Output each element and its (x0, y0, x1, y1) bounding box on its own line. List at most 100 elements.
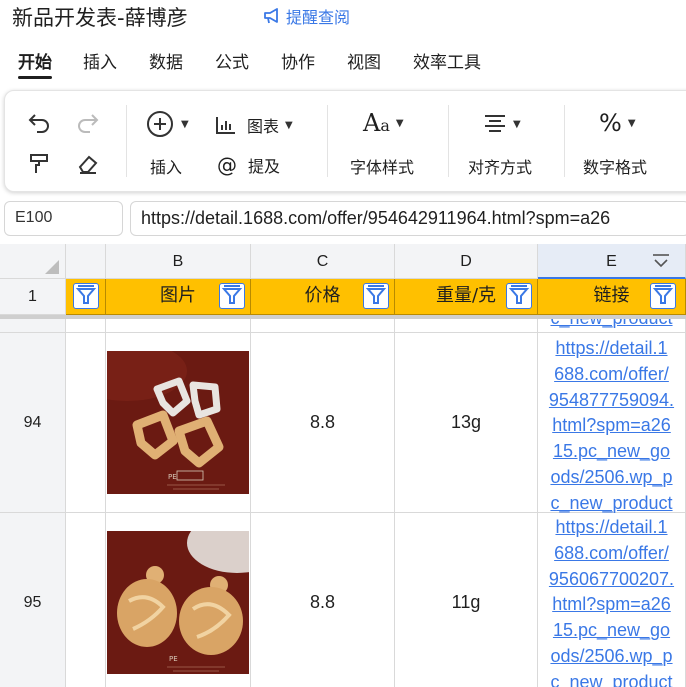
formula-input[interactable]: https://detail.1688.com/offer/9546429119… (130, 201, 686, 236)
table-cell[interactable] (66, 319, 106, 333)
link-line: https://detail.1 (555, 338, 668, 358)
eraser-icon[interactable] (76, 153, 100, 175)
header-cell-a[interactable] (66, 279, 106, 315)
select-all-corner[interactable] (0, 244, 66, 279)
filter-button[interactable] (219, 283, 245, 309)
product-image[interactable]: PE (107, 531, 249, 674)
image-cell[interactable]: PE (106, 333, 251, 513)
price-value: 8.8 (309, 592, 336, 612)
tab-efficiency-tools[interactable]: 效率工具 (413, 48, 481, 73)
price-cell[interactable]: 8.8 (251, 513, 395, 687)
row-header-95[interactable]: 95 (0, 513, 66, 687)
row-header-1[interactable]: 1 (0, 279, 66, 315)
undo-icon[interactable] (27, 111, 51, 133)
header-cell-price[interactable]: 价格 (251, 279, 395, 315)
tab-data[interactable]: 数据 (149, 48, 183, 73)
document-title[interactable]: 新品开发表-薛博彦 (12, 2, 188, 32)
number-format-label[interactable]: 数字格式 (583, 154, 647, 178)
toolbar-separator (327, 105, 328, 177)
table-cell[interactable] (395, 319, 538, 333)
product-image[interactable]: PE (107, 351, 249, 494)
header-price-label: 价格 (304, 285, 341, 306)
price-cell[interactable]: 8.8 (251, 333, 395, 513)
weight-cell[interactable]: 11g (395, 513, 538, 687)
link-text[interactable]: https://detail.1 688.com/offer/ 95606770… (538, 515, 685, 687)
filter-button[interactable] (506, 283, 532, 309)
spreadsheet-grid: B C D E 1 图片 价格 重量/克 链接 94 PE 8.8 13g ht… (0, 244, 686, 687)
header-image-label: 图片 (160, 285, 196, 306)
active-tab-indicator (18, 76, 52, 79)
mention-button[interactable]: @ 提及 (217, 153, 280, 177)
link-line: html?spm=a26 (552, 594, 671, 615)
link-text[interactable]: c_new_product (538, 319, 685, 332)
row-header-94[interactable]: 94 (0, 333, 66, 513)
tab-formula[interactable]: 公式 (215, 48, 249, 73)
column-menu-icon[interactable] (651, 252, 671, 270)
tab-start[interactable]: 开始 (18, 48, 52, 73)
column-header-a[interactable] (66, 244, 106, 279)
insert-dropdown[interactable]: ▼ (145, 109, 189, 139)
remind-button[interactable]: 提醒查阅 (262, 4, 350, 28)
insert-label[interactable]: 插入 (150, 154, 182, 178)
table-cell[interactable] (251, 319, 395, 333)
filter-button[interactable] (650, 283, 676, 309)
chart-label: 图表 (247, 117, 280, 136)
filter-icon (75, 285, 97, 304)
row-header[interactable] (0, 319, 66, 333)
header-cell-link[interactable]: 链接 (538, 279, 686, 315)
weight-value: 13g (450, 412, 482, 432)
toolbar-separator (448, 105, 449, 177)
number-format-dropdown[interactable]: % ▼ (599, 109, 636, 137)
tab-insert[interactable]: 插入 (83, 48, 117, 73)
link-line: 15.pc_new_go (552, 441, 671, 462)
link-line: 15.pc_new_go (552, 620, 671, 641)
toolbar-separator (564, 105, 565, 177)
filter-button[interactable] (363, 283, 389, 309)
remind-label: 提醒查阅 (286, 8, 351, 27)
filter-icon (365, 285, 387, 304)
chart-dropdown[interactable]: 图表 ▼ (215, 113, 293, 137)
font-style-dropdown[interactable]: Aa ▼ (363, 109, 404, 137)
bar-chart-icon (216, 117, 235, 134)
column-header-e-label: E (606, 253, 617, 270)
font-style-label[interactable]: 字体样式 (350, 154, 414, 178)
link-line: 688.com/offer/ (554, 363, 669, 384)
align-dropdown[interactable]: ▼ (483, 113, 521, 135)
header-cell-weight[interactable]: 重量/克 (395, 279, 538, 315)
column-header-c[interactable]: C (251, 244, 395, 279)
filter-button[interactable] (73, 283, 99, 309)
chevron-down-icon: ▼ (627, 117, 636, 129)
table-cell[interactable] (66, 513, 106, 687)
format-painter-icon[interactable] (29, 153, 51, 175)
tab-view[interactable]: 视图 (347, 48, 381, 73)
column-header-d[interactable]: D (395, 244, 538, 279)
redo-icon[interactable] (76, 111, 100, 133)
tab-collaborate[interactable]: 协作 (281, 48, 315, 73)
link-cell[interactable]: https://detail.1 688.com/offer/ 95606770… (538, 513, 686, 687)
mention-label: 提及 (248, 157, 281, 176)
link-cell[interactable]: https://detail.1 688.com/offer/ 95487775… (538, 333, 686, 513)
link-line: 956067700207. (548, 568, 675, 589)
table-cell[interactable]: c_new_product (538, 319, 686, 333)
link-line: c_new_product (550, 671, 673, 687)
align-label[interactable]: 对齐方式 (468, 154, 532, 178)
column-header-b[interactable]: B (106, 244, 251, 279)
table-cell[interactable] (106, 319, 251, 333)
link-text[interactable]: https://detail.1 688.com/offer/ 95487775… (538, 336, 685, 517)
chevron-down-icon: ▼ (513, 118, 521, 130)
table-cell[interactable] (66, 333, 106, 513)
column-header-e[interactable]: E (538, 244, 686, 279)
corner-triangle-icon (45, 260, 59, 274)
percent-icon: % (599, 109, 622, 137)
image-cell[interactable]: PE (106, 513, 251, 687)
filter-icon (508, 285, 530, 304)
weight-value: 11g (451, 592, 481, 612)
plus-circle-icon (147, 111, 173, 137)
align-icon (485, 115, 505, 132)
chevron-down-icon: ▼ (395, 117, 404, 129)
weight-cell[interactable]: 13g (395, 333, 538, 513)
header-cell-image[interactable]: 图片 (106, 279, 251, 315)
link-line: 954877759094. (548, 389, 675, 410)
link-line: html?spm=a26 (552, 415, 671, 436)
cell-reference-box[interactable]: E100 (4, 201, 123, 236)
